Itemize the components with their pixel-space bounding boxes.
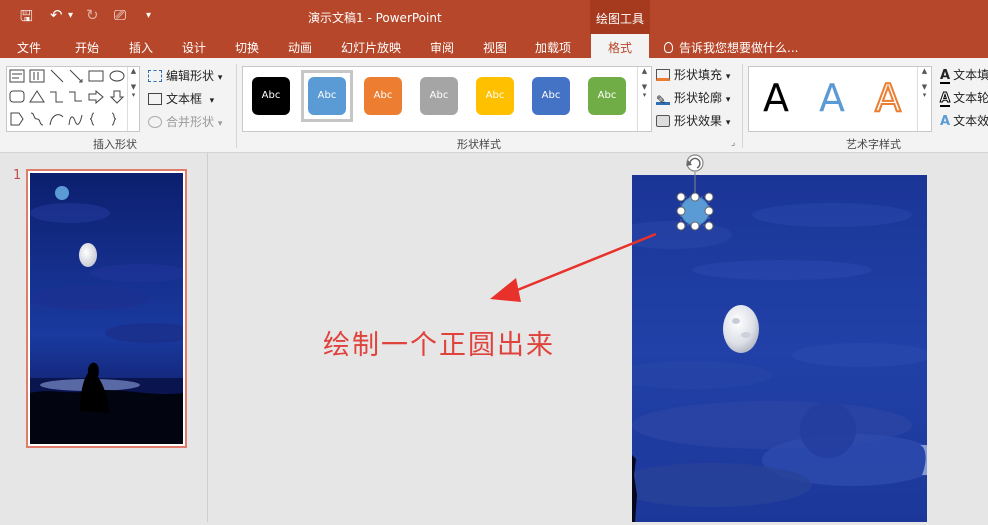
resize-handle[interactable] xyxy=(690,221,700,231)
resize-handle[interactable] xyxy=(704,192,714,202)
resize-handle[interactable] xyxy=(676,192,686,202)
selection-overlay xyxy=(490,154,714,302)
resize-handle[interactable] xyxy=(690,192,700,202)
resize-handle[interactable] xyxy=(676,221,686,231)
resize-handle[interactable] xyxy=(676,206,686,216)
resize-handle[interactable] xyxy=(704,206,714,216)
resize-handle[interactable] xyxy=(704,221,714,231)
rotate-handle-icon[interactable] xyxy=(686,154,704,172)
red-arrow-annotation xyxy=(490,232,657,302)
